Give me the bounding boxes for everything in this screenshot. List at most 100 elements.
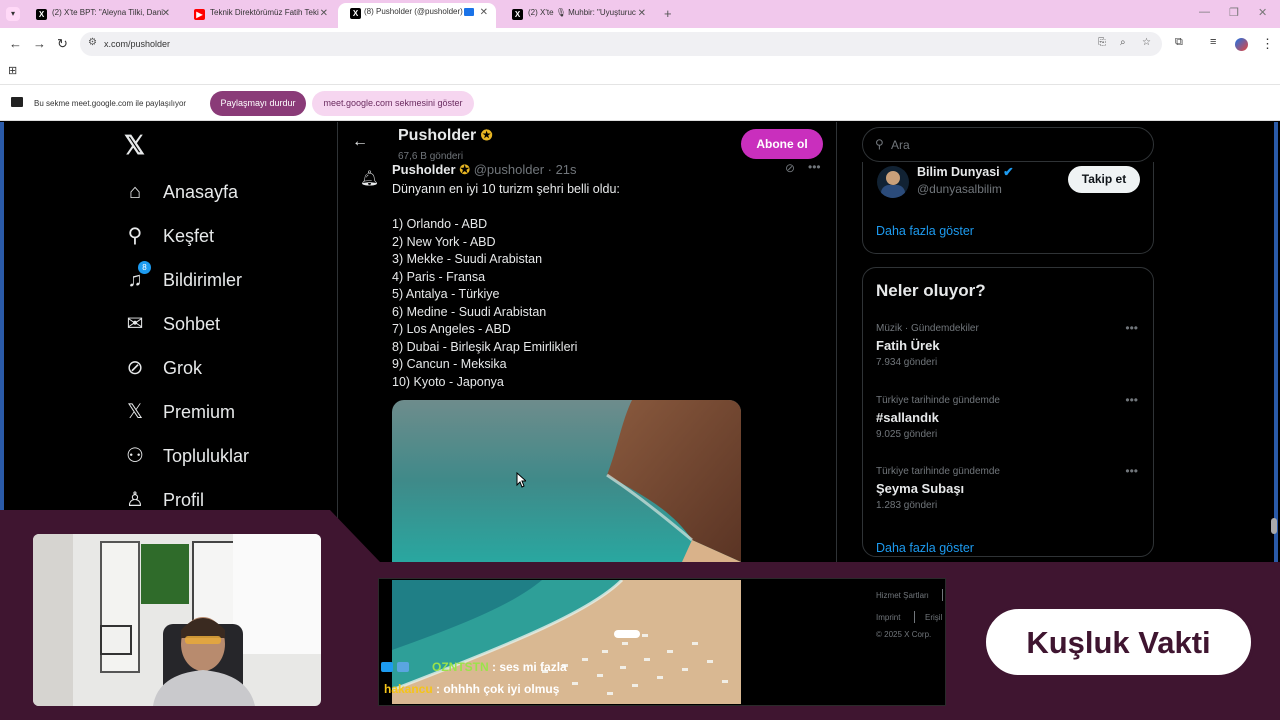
reload-button[interactable]: ↻ xyxy=(57,36,68,52)
site-info-icon[interactable]: ⚙ xyxy=(88,37,97,48)
tweet-author[interactable]: Pusholder xyxy=(392,162,456,177)
chat-text: : ohhhh çok iyi olmuş xyxy=(432,682,560,696)
tab-search-button[interactable]: ▾ xyxy=(6,7,20,21)
chat-message: OZNTSTN : ses mi fazla xyxy=(432,660,567,674)
bell-icon[interactable]: 🔔︎ xyxy=(360,169,379,187)
more-icon[interactable]: ••• xyxy=(1125,464,1138,478)
account-name[interactable]: Bilim Dunyasi ✔ xyxy=(917,164,1014,179)
back-arrow-icon[interactable]: ← xyxy=(352,133,368,151)
webcam-feed xyxy=(33,534,321,706)
sidebar-item-notifications[interactable]: ♫ 8 Bildirimler xyxy=(124,261,324,297)
tab-2[interactable]: ▶ Teknik Direktörümüz Fatih Teki ✕ xyxy=(178,4,336,26)
bookmarks-bar: ⊞ xyxy=(0,60,1280,84)
install-app-icon[interactable]: ⎘ xyxy=(1098,37,1106,48)
more-icon[interactable]: ••• xyxy=(808,160,821,174)
tweet-header: Pusholder ✪ @pusholder · 21s xyxy=(392,162,577,178)
sidebar-item-premium[interactable]: 𝕏 Premium xyxy=(124,399,324,429)
new-tab-button[interactable]: + xyxy=(664,6,672,21)
search-input[interactable]: ⚲ Ara xyxy=(862,127,1154,162)
avatar-body xyxy=(881,185,905,198)
subscribe-button[interactable]: Abone ol xyxy=(741,129,823,159)
show-tab-button[interactable]: meet.google.com sekmesini göster xyxy=(312,91,474,116)
tab-strip: ▾ X (2) X'te BPT: "Aleyna Tilki, Dani ✕ … xyxy=(0,0,1280,28)
close-icon[interactable]: ✕ xyxy=(162,8,170,19)
verified-gold-icon: ✪ xyxy=(480,127,493,143)
x-logo-icon: X xyxy=(512,9,523,20)
sharing-icon xyxy=(464,8,474,16)
account-name-text: Bilim Dunyasi xyxy=(917,165,1000,179)
post-count: 67,6 B gönderi xyxy=(398,151,464,162)
avatar[interactable] xyxy=(877,166,909,198)
who-to-follow: Bilim Dunyasi ✔ @dunyasalbilim Takip et … xyxy=(862,162,1154,254)
sidebar-item-communities[interactable]: ⚇ Topluluklar xyxy=(124,443,324,473)
minimize-button[interactable]: — xyxy=(1199,6,1210,18)
url-text: x.com/pusholder xyxy=(104,39,171,49)
tab-title: (2) X'te 🎙 Muhbir: "Uyuşturuc xyxy=(528,8,636,17)
extensions-icon[interactable]: ⧉ xyxy=(1175,36,1183,49)
tweet-text: Dünyanın en iyi 10 turizm şehri belli ol… xyxy=(392,182,620,389)
show-more-link[interactable]: Daha fazla göster xyxy=(876,541,974,555)
trend-item[interactable]: Türkiye tarihinde gündemde #sallandık 9.… xyxy=(876,393,1146,440)
chat-badge-icon xyxy=(381,662,393,672)
forward-button[interactable]: → xyxy=(33,36,46,51)
profile-name: Pusholder ✪ xyxy=(398,127,492,145)
sidebar-item-label: Premium xyxy=(163,402,236,422)
close-icon[interactable]: ✕ xyxy=(320,8,328,19)
close-icon[interactable]: ✕ xyxy=(480,7,488,18)
sidebar-item-label: Topluluklar xyxy=(163,446,250,466)
tab-title: (8) Pusholder (@pusholder) / xyxy=(364,7,468,16)
trend-category: Müzik · Gündemdekiler xyxy=(876,323,979,334)
scrollbar-thumb[interactable] xyxy=(1271,518,1277,534)
close-icon[interactable]: ✕ xyxy=(638,8,646,19)
share-infobar: Bu sekme meet.google.com ile paylaşılıyo… xyxy=(0,84,1280,121)
chat-username: OZNTSTN xyxy=(432,660,489,674)
sidebar-item-explore[interactable]: ⚲ Keşfet xyxy=(124,223,324,253)
sidebar-item-label: Bildirimler xyxy=(163,270,243,290)
profile-name-text: Pusholder xyxy=(398,127,477,144)
tweet-photo[interactable] xyxy=(392,400,741,562)
tab-3-active[interactable]: X (8) Pusholder (@pusholder) / ✕ xyxy=(338,3,496,28)
close-window-button[interactable]: ✕ xyxy=(1258,6,1267,19)
more-icon[interactable]: ••• xyxy=(1125,321,1138,335)
grok-icon: ⊘ xyxy=(126,357,144,379)
x-logo-icon: X xyxy=(36,9,47,20)
grok-icon[interactable]: ⊘ xyxy=(785,161,795,175)
menu-icon[interactable]: ⋮ xyxy=(1261,36,1274,52)
media-controls-icon[interactable]: ≡ xyxy=(1210,36,1216,48)
trend-name: #sallandık xyxy=(876,410,939,425)
footer-imprint-link[interactable]: Imprint xyxy=(876,613,900,622)
footer-access-link[interactable]: Erişil xyxy=(925,613,945,622)
avatar[interactable] xyxy=(1235,38,1248,51)
follow-button[interactable]: Takip et xyxy=(1068,166,1140,193)
apps-grid-icon[interactable]: ⊞ xyxy=(8,64,17,77)
tab-4[interactable]: X (2) X'te 🎙 Muhbir: "Uyuşturuc ✕ xyxy=(496,4,654,26)
tab-1[interactable]: X (2) X'te BPT: "Aleyna Tilki, Dani ✕ xyxy=(20,4,178,26)
trend-count: 7.934 gönderi xyxy=(876,357,938,368)
back-button[interactable]: ← xyxy=(9,36,22,51)
footer-terms-link[interactable]: Hizmet Şartları xyxy=(876,591,929,600)
address-bar[interactable]: ⚙ x.com/pusholder ⎘ ⌕ ☆ xyxy=(80,32,1162,56)
more-icon[interactable]: ••• xyxy=(1125,393,1138,407)
trend-item[interactable]: Müzik · Gündemdekiler Fatih Ürek 7.934 g… xyxy=(876,321,1146,368)
bookmark-star-icon[interactable]: ☆ xyxy=(1142,37,1151,48)
webcam-image xyxy=(33,534,321,706)
trend-item[interactable]: Türkiye tarihinde gündemde Şeyma Subaşı … xyxy=(876,464,1146,511)
sea-cliff-image xyxy=(392,400,741,562)
stop-sharing-button[interactable]: Paylaşmayı durdur xyxy=(210,91,306,116)
show-more-link[interactable]: Daha fazla göster xyxy=(876,224,974,238)
youtube-icon: ▶ xyxy=(194,9,205,20)
home-icon: ⌂ xyxy=(128,181,142,203)
sidebar-item-messages[interactable]: ✉ Sohbet xyxy=(124,311,324,341)
tweet-handle[interactable]: @pusholder · 21s xyxy=(474,162,577,177)
footer-divider xyxy=(914,611,915,623)
zoom-icon[interactable]: ⌕ xyxy=(1120,37,1126,48)
restore-button[interactable]: ❐ xyxy=(1229,6,1239,19)
x-logo-icon[interactable]: 𝕏 xyxy=(124,130,145,161)
tab-title: Teknik Direktörümüz Fatih Teki xyxy=(210,8,319,17)
sidebar-item-label: Grok xyxy=(163,358,203,378)
sidebar-item-home[interactable]: ⌂ Anasayfa xyxy=(124,179,324,209)
sidebar-item-grok[interactable]: ⊘ Grok xyxy=(124,355,324,385)
search-placeholder: Ara xyxy=(891,138,910,152)
stream-title-pill: Kuşluk Vakti xyxy=(983,606,1254,678)
trend-count: 9.025 gönderi xyxy=(876,429,938,440)
